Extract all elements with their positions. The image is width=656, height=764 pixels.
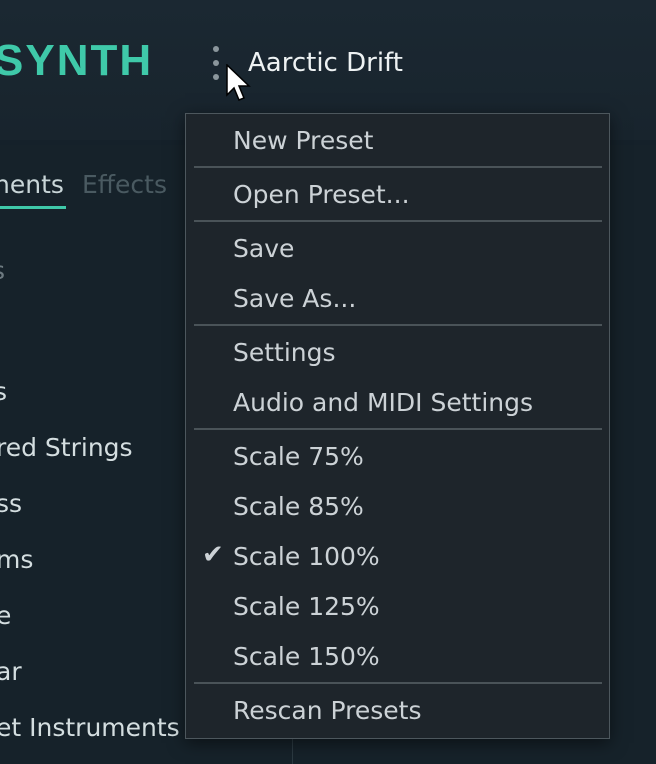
preset-menu: New Preset Open Preset... Save Save As..… xyxy=(185,113,610,739)
active-tab-indicator xyxy=(0,206,66,209)
menu-item-scale-100[interactable]: Scale 100% xyxy=(233,542,380,571)
menu-item-scale-85[interactable]: Scale 85% xyxy=(233,492,364,521)
sidebar-item[interactable]: ar xyxy=(0,657,22,686)
menu-item-scale-125[interactable]: Scale 125% xyxy=(233,592,380,621)
menu-separator xyxy=(194,428,602,430)
sidebar-item[interactable]: red Strings xyxy=(0,433,133,462)
menu-separator xyxy=(194,166,602,168)
menu-separator xyxy=(194,682,602,684)
sidebar-item[interactable]: e xyxy=(0,601,11,630)
sidebar-item[interactable]: ss xyxy=(0,489,22,518)
mouse-pointer-icon xyxy=(226,64,251,101)
menu-item-scale-75[interactable]: Scale 75% xyxy=(233,442,364,471)
checkmark-icon: ✔ xyxy=(202,540,224,570)
menu-item-settings[interactable]: Settings xyxy=(233,338,336,367)
sidebar-item[interactable]: ms xyxy=(0,545,33,574)
menu-separator xyxy=(194,220,602,222)
menu-item-save[interactable]: Save xyxy=(233,234,294,263)
menu-separator xyxy=(194,324,602,326)
tab-effects[interactable]: Effects xyxy=(82,170,167,199)
menu-item-scale-150[interactable]: Scale 150% xyxy=(233,642,380,671)
preset-name[interactable]: Aarctic Drift xyxy=(248,48,403,78)
sidebar-item[interactable]: et Instruments xyxy=(0,713,180,742)
sidebar-heading: s xyxy=(0,256,5,285)
more-options-icon[interactable] xyxy=(210,44,222,84)
menu-item-rescan-presets[interactable]: Rescan Presets xyxy=(233,696,422,725)
menu-item-new-preset[interactable]: New Preset xyxy=(233,126,373,155)
tab-instruments[interactable]: nents xyxy=(0,170,64,199)
panel-divider xyxy=(292,738,293,764)
menu-item-open-preset[interactable]: Open Preset... xyxy=(233,180,410,209)
sidebar-item[interactable]: s xyxy=(0,377,7,406)
menu-item-save-as[interactable]: Save As... xyxy=(233,284,356,313)
menu-item-audio-midi-settings[interactable]: Audio and MIDI Settings xyxy=(233,388,533,417)
app-logo: SYNTH xyxy=(0,36,154,85)
